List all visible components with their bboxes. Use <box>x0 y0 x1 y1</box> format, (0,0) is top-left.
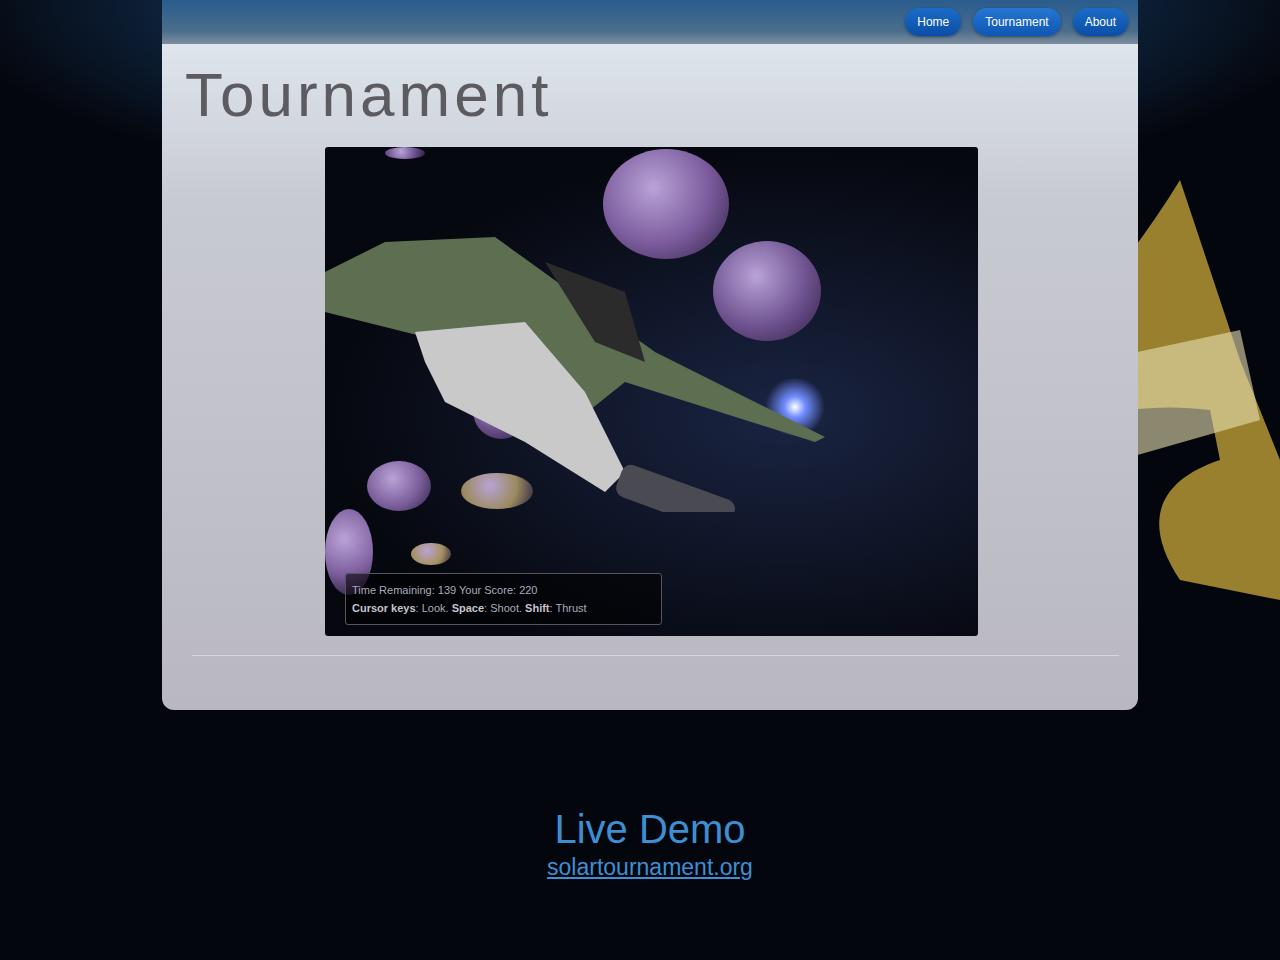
asteroid <box>367 461 431 511</box>
hud-controls: Cursor keys: Look. Space: Shoot. Shift: … <box>352 599 655 617</box>
divider <box>192 655 1119 656</box>
hud-key: Cursor keys <box>352 602 416 614</box>
nav-menu: Home Tournament About <box>905 8 1128 36</box>
hud-action: : Thrust <box>550 602 587 614</box>
hud-status: Time Remaining: 139 Your Score: 220 <box>352 581 655 599</box>
live-demo-heading: Live Demo <box>554 806 745 852</box>
asteroid <box>603 149 729 259</box>
nav-button[interactable]: Tournament <box>973 8 1060 36</box>
hud-key: Space <box>452 602 484 614</box>
nav-button[interactable]: Home <box>905 8 961 36</box>
asteroid <box>461 473 533 509</box>
spaceship-icon <box>325 192 825 512</box>
hud-key: Shift <box>525 602 549 614</box>
footer: Live Demosolartournament.org <box>162 806 1138 881</box>
top-bar: Home Tournament About <box>162 0 1138 44</box>
game-hud: Time Remaining: 139 Your Score: 220Curso… <box>345 573 662 625</box>
game-canvas[interactable]: Time Remaining: 139 Your Score: 220Curso… <box>325 147 978 636</box>
nav-button[interactable]: About <box>1073 8 1128 36</box>
hud-action: : Look. <box>416 602 452 614</box>
asteroid <box>385 147 425 159</box>
page-title: Tournament <box>185 64 1138 147</box>
hud-action: : Shoot. <box>484 602 525 614</box>
website-card: Home Tournament About Tournament Time Remain… <box>162 0 1138 710</box>
asteroid <box>411 543 451 565</box>
demo-link[interactable]: solartournament.org <box>547 854 753 881</box>
asteroid <box>713 241 821 341</box>
slide: Home Tournament About Tournament Time Remain… <box>0 0 1280 960</box>
